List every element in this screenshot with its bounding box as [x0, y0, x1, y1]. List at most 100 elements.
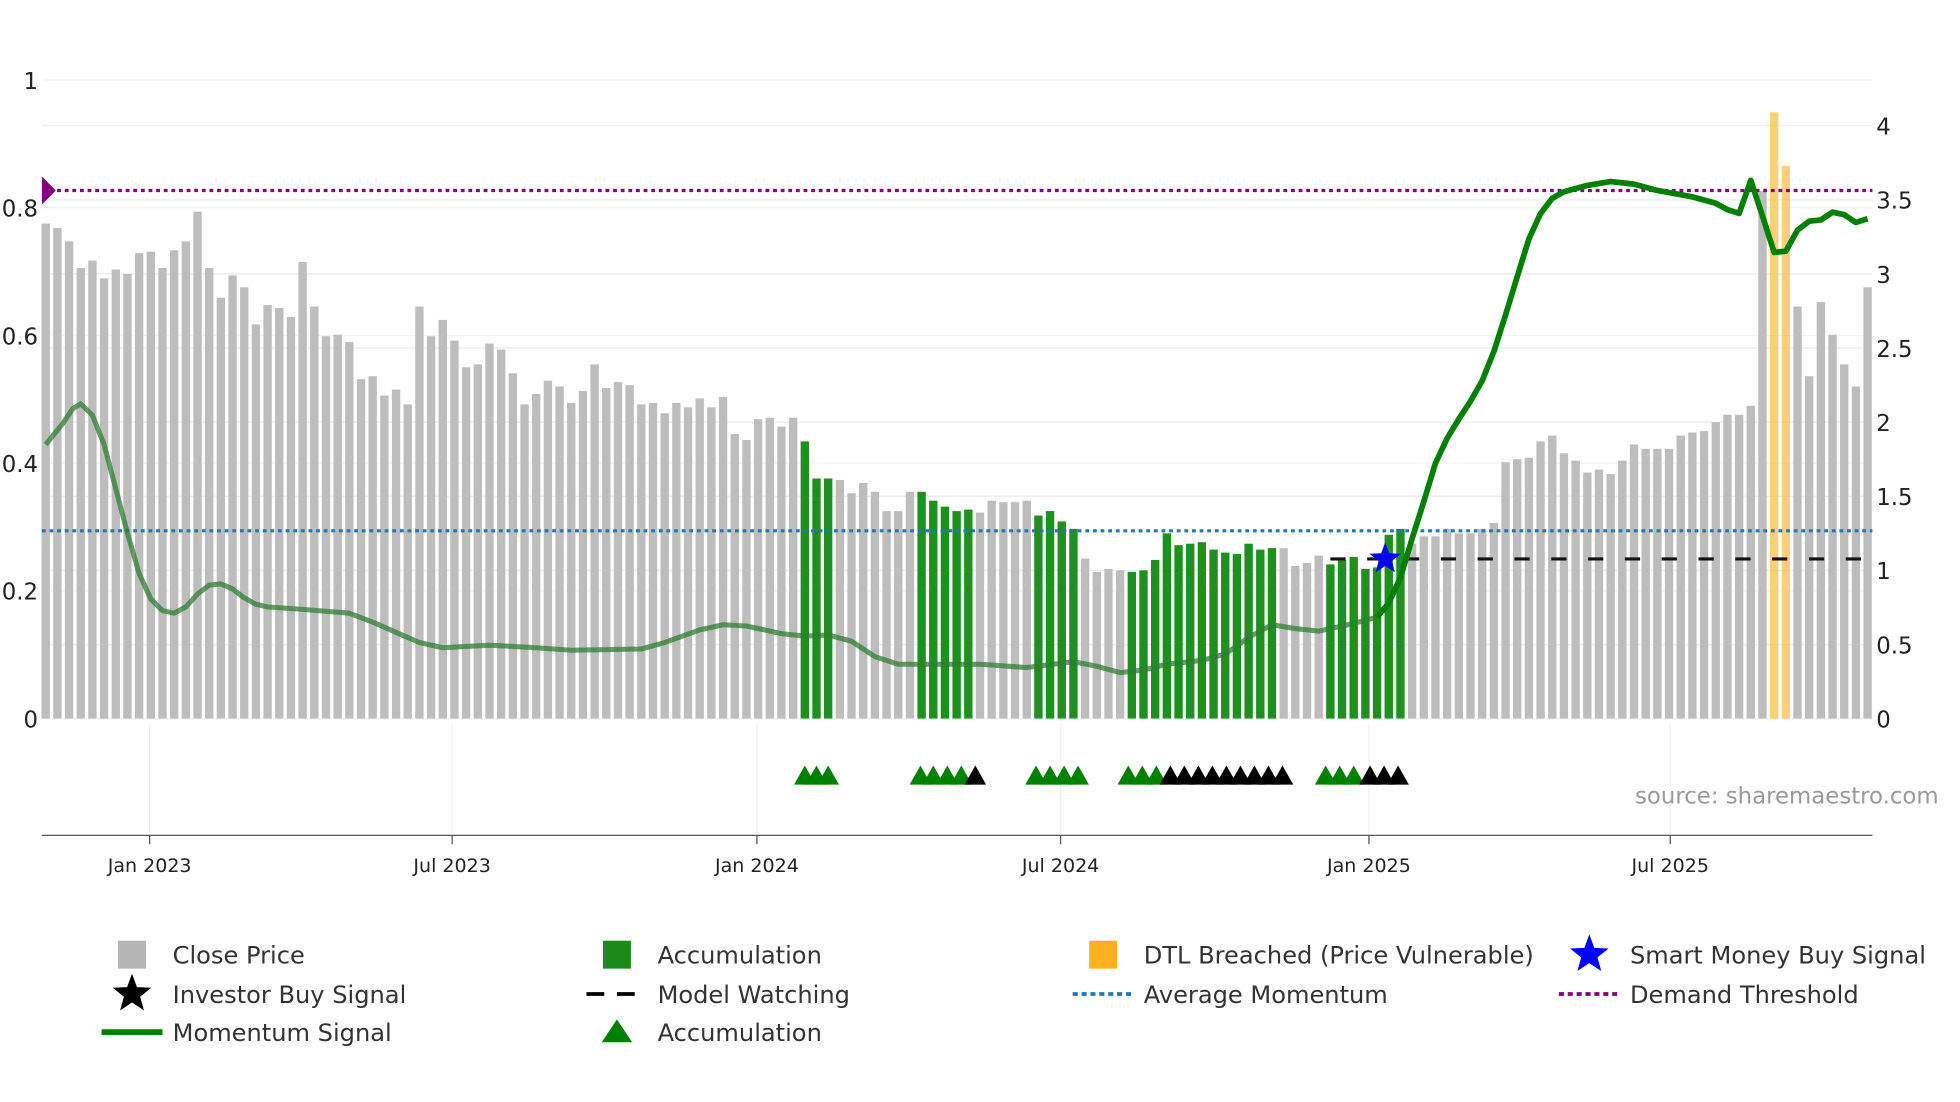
accumulation-bar: [917, 491, 926, 719]
close-price-bar: [590, 364, 599, 719]
close-price-bar: [1746, 405, 1755, 719]
legend: Close Price Accumulation DTL Breached (Pri…: [101, 934, 1926, 1047]
legend-label: Model Watching: [658, 981, 850, 1009]
close-price-bar: [1641, 448, 1650, 719]
close-price-bar: [53, 228, 62, 719]
source-label: source: sharemaestro.com: [1635, 784, 1939, 810]
close-price-bar: [882, 511, 891, 719]
close-price-bar: [251, 324, 261, 719]
accumulation-bar: [823, 478, 833, 719]
x-tick-label: Jul 2024: [1021, 855, 1099, 877]
close-price-bar: [1407, 543, 1417, 719]
close-price-bar: [263, 305, 272, 719]
y-left-tick-label: 1: [24, 69, 39, 95]
close-price-bar: [426, 336, 436, 719]
accumulation-bar: [1221, 552, 1230, 719]
close-price-bar: [543, 380, 553, 719]
close-price-bar: [730, 434, 739, 719]
close-price-bar: [1851, 386, 1861, 719]
close-price-bar: [894, 511, 903, 719]
accumulation-bar: [1267, 548, 1277, 719]
close-price-bar: [788, 417, 798, 719]
accumulation-triangle-icon: [1067, 765, 1089, 785]
close-price-bar: [1653, 448, 1662, 719]
accumulation-bar: [929, 500, 938, 719]
close-price-bar: [905, 491, 915, 719]
legend-label: Accumulation: [658, 1019, 822, 1047]
close-price-bar: [1723, 414, 1732, 719]
close-price-bar: [181, 241, 191, 719]
accumulation-bar: [1337, 559, 1347, 719]
legend-label: Close Price: [173, 942, 305, 970]
close-price-bar: [870, 491, 880, 719]
y-right-tick-label: 1: [1876, 559, 1891, 585]
close-price-bar: [1548, 435, 1557, 719]
close-price-bar: [835, 479, 845, 719]
legend-label: DTL Breached (Price Vulnerable): [1144, 942, 1534, 970]
accumulation-bar: [1372, 567, 1382, 719]
close-price-bar: [1758, 190, 1767, 719]
accumulation-bar: [1244, 543, 1253, 719]
close-price-bar: [333, 334, 342, 719]
legend-label: Momentum Signal: [173, 1019, 392, 1047]
close-price-bar: [1513, 459, 1522, 719]
accumulation-bar: [1396, 528, 1405, 719]
accumulation-bar: [1197, 542, 1207, 719]
close-price-bar: [555, 386, 564, 719]
close-price-bar: [859, 482, 868, 719]
close-price-bar: [1571, 460, 1580, 719]
close-price-bar: [1711, 422, 1720, 719]
accumulation-bar: [964, 509, 973, 719]
accumulation-bar: [1069, 528, 1078, 719]
y-right-tick-label: 2.5: [1876, 337, 1912, 363]
close-price-bar: [64, 241, 74, 719]
close-price-bar: [765, 417, 774, 719]
investor-buy-triangle-icon: [1387, 765, 1409, 785]
legend-square-icon: [1089, 940, 1118, 969]
close-price-bar: [1618, 460, 1627, 719]
accumulation-bar: [1150, 559, 1160, 719]
close-price-bar: [134, 253, 144, 719]
close-price-bar: [286, 316, 296, 719]
close-price-bar: [1583, 472, 1592, 719]
close-price-bar: [567, 402, 576, 719]
legend-triangle-icon: [601, 1019, 633, 1043]
accumulation-bar: [1209, 549, 1218, 719]
close-price-bar: [1080, 558, 1090, 719]
close-price-bar: [1442, 528, 1452, 719]
accumulation-bar: [1045, 511, 1055, 719]
legend-label: Average Momentum: [1144, 981, 1388, 1009]
close-price-bar: [169, 250, 179, 719]
close-price-bar: [1629, 444, 1639, 719]
close-price-bar: [1314, 555, 1323, 719]
close-price-bar: [205, 268, 214, 719]
y-left-tick-label: 0.6: [2, 324, 38, 350]
y-right-tick-label: 3.5: [1876, 189, 1912, 215]
y-left-tick-label: 0.2: [2, 580, 38, 606]
close-price-bar: [415, 306, 424, 719]
legend-square-icon: [118, 940, 146, 969]
close-price-bar: [380, 395, 389, 719]
close-price-bar: [228, 275, 237, 719]
y-right-tick-label: 0: [1876, 707, 1891, 733]
close-price-bar: [88, 260, 97, 719]
legend-label: Demand Threshold: [1630, 981, 1859, 1009]
y-left-tick-label: 0.4: [2, 452, 38, 478]
y-left-tick-label: 0: [24, 707, 39, 733]
close-price-bar: [496, 349, 506, 719]
close-price-bar: [1104, 568, 1113, 719]
accumulation-bar: [800, 441, 810, 719]
close-price-bar: [1536, 441, 1545, 719]
close-price-bar: [987, 500, 996, 719]
close-price-bar: [438, 319, 447, 719]
close-price-bar: [1840, 364, 1849, 719]
close-price-bar: [356, 379, 366, 719]
legend-square-icon: [602, 940, 631, 969]
legend-star-icon: [112, 973, 152, 1011]
close-price-bar: [240, 287, 249, 719]
close-price-bar: [1115, 570, 1125, 719]
close-price-bar: [683, 407, 693, 719]
close-price-bar: [1676, 435, 1685, 719]
x-tick-label: Jan 2025: [1326, 855, 1411, 877]
accumulation-bar: [1057, 521, 1066, 719]
